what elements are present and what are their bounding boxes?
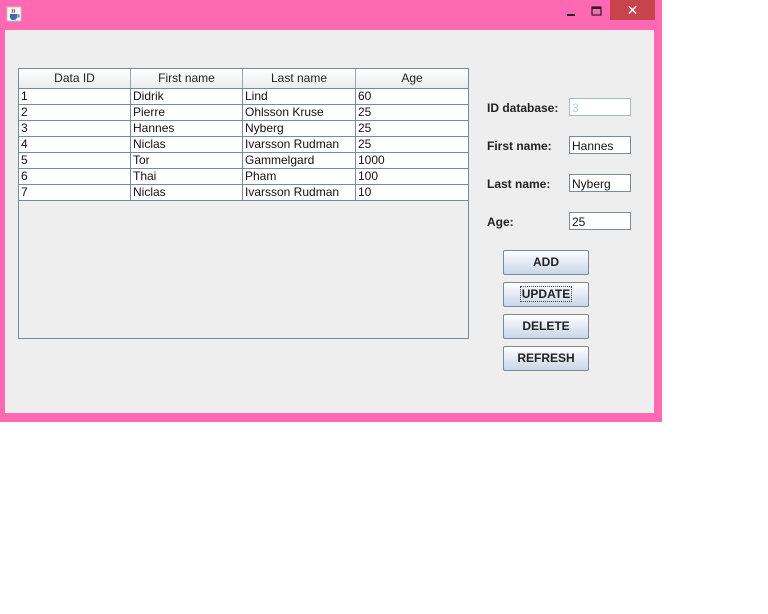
cell-first-name: Thai <box>131 169 243 184</box>
table-row[interactable]: 5 Tor Gammelgard 1000 <box>19 153 468 169</box>
cell-last-name: Nyberg <box>243 121 356 136</box>
column-header-age[interactable]: Age <box>356 69 468 88</box>
cell-last-name: Pham <box>243 169 356 184</box>
cell-data-id: 1 <box>19 89 131 104</box>
cell-data-id: 7 <box>19 185 131 200</box>
cell-data-id: 2 <box>19 105 131 120</box>
cell-data-id: 3 <box>19 121 131 136</box>
cell-first-name: Tor <box>131 153 243 168</box>
delete-button[interactable]: DELETE <box>503 314 589 339</box>
column-header-first-name[interactable]: First name <box>131 69 243 88</box>
data-table[interactable]: Data ID First name Last name Age 1 Didri… <box>18 68 469 339</box>
cell-age: 25 <box>358 105 372 119</box>
cell-last-name: Lind <box>243 89 356 104</box>
table-row[interactable]: 1 Didrik Lind 60 <box>19 89 468 105</box>
column-header-data-id[interactable]: Data ID <box>19 69 131 88</box>
id-database-label: ID database: <box>487 101 559 115</box>
cell-age: 1000 <box>358 153 385 167</box>
update-button-label: UPDATE <box>519 286 573 302</box>
title-bar[interactable]: ✕ <box>0 0 662 29</box>
cell-first-name: Niclas <box>131 185 243 200</box>
cell-age: 25 <box>358 121 372 135</box>
cell-age: 60 <box>358 89 372 103</box>
java-cup-icon <box>6 6 22 22</box>
cell-first-name: Pierre <box>131 105 243 120</box>
cell-age: 25 <box>358 137 372 151</box>
app-window: ✕ Data ID First name Last name Age 1 Did… <box>0 0 662 422</box>
last-name-field[interactable]: Nyberg <box>569 174 631 192</box>
id-database-field: 3 <box>569 98 631 116</box>
cell-last-name: Gammelgard <box>243 153 356 168</box>
age-field[interactable]: 25 <box>569 212 631 230</box>
cell-data-id: 6 <box>19 169 131 184</box>
cell-age: 10 <box>358 185 372 199</box>
minimize-icon[interactable] <box>560 3 582 21</box>
table-row[interactable]: 4 Niclas Ivarsson Rudman 25 <box>19 137 468 153</box>
age-label: Age: <box>487 215 514 229</box>
column-header-last-name[interactable]: Last name <box>243 69 356 88</box>
table-header: Data ID First name Last name Age <box>19 69 468 89</box>
refresh-button[interactable]: REFRESH <box>503 346 589 371</box>
cell-last-name: Ivarsson Rudman <box>243 137 356 152</box>
first-name-field[interactable]: Hannes <box>569 136 631 154</box>
cell-first-name: Hannes <box>131 121 243 136</box>
maximize-icon[interactable] <box>585 3 607 21</box>
close-icon: ✕ <box>626 2 639 18</box>
update-button[interactable]: UPDATE <box>503 282 589 307</box>
cell-data-id: 5 <box>19 153 131 168</box>
table-row[interactable]: 7 Niclas Ivarsson Rudman 10 <box>19 185 468 201</box>
content-panel: Data ID First name Last name Age 1 Didri… <box>5 30 654 413</box>
cell-first-name: Niclas <box>131 137 243 152</box>
close-button[interactable]: ✕ <box>610 0 655 20</box>
cell-last-name: Ivarsson Rudman <box>243 185 356 200</box>
cell-data-id: 4 <box>19 137 131 152</box>
first-name-label: First name: <box>487 139 552 153</box>
table-row[interactable]: 2 Pierre Ohlsson Kruse 25 <box>19 105 468 121</box>
cell-last-name: Ohlsson Kruse <box>243 105 356 120</box>
last-name-label: Last name: <box>487 177 551 191</box>
cell-age: 100 <box>358 169 379 183</box>
cell-first-name: Didrik <box>131 89 243 104</box>
table-row[interactable]: 3 Hannes Nyberg 25 <box>19 121 468 137</box>
table-row[interactable]: 6 Thai Pham 100 <box>19 169 468 185</box>
add-button[interactable]: ADD <box>503 250 589 275</box>
